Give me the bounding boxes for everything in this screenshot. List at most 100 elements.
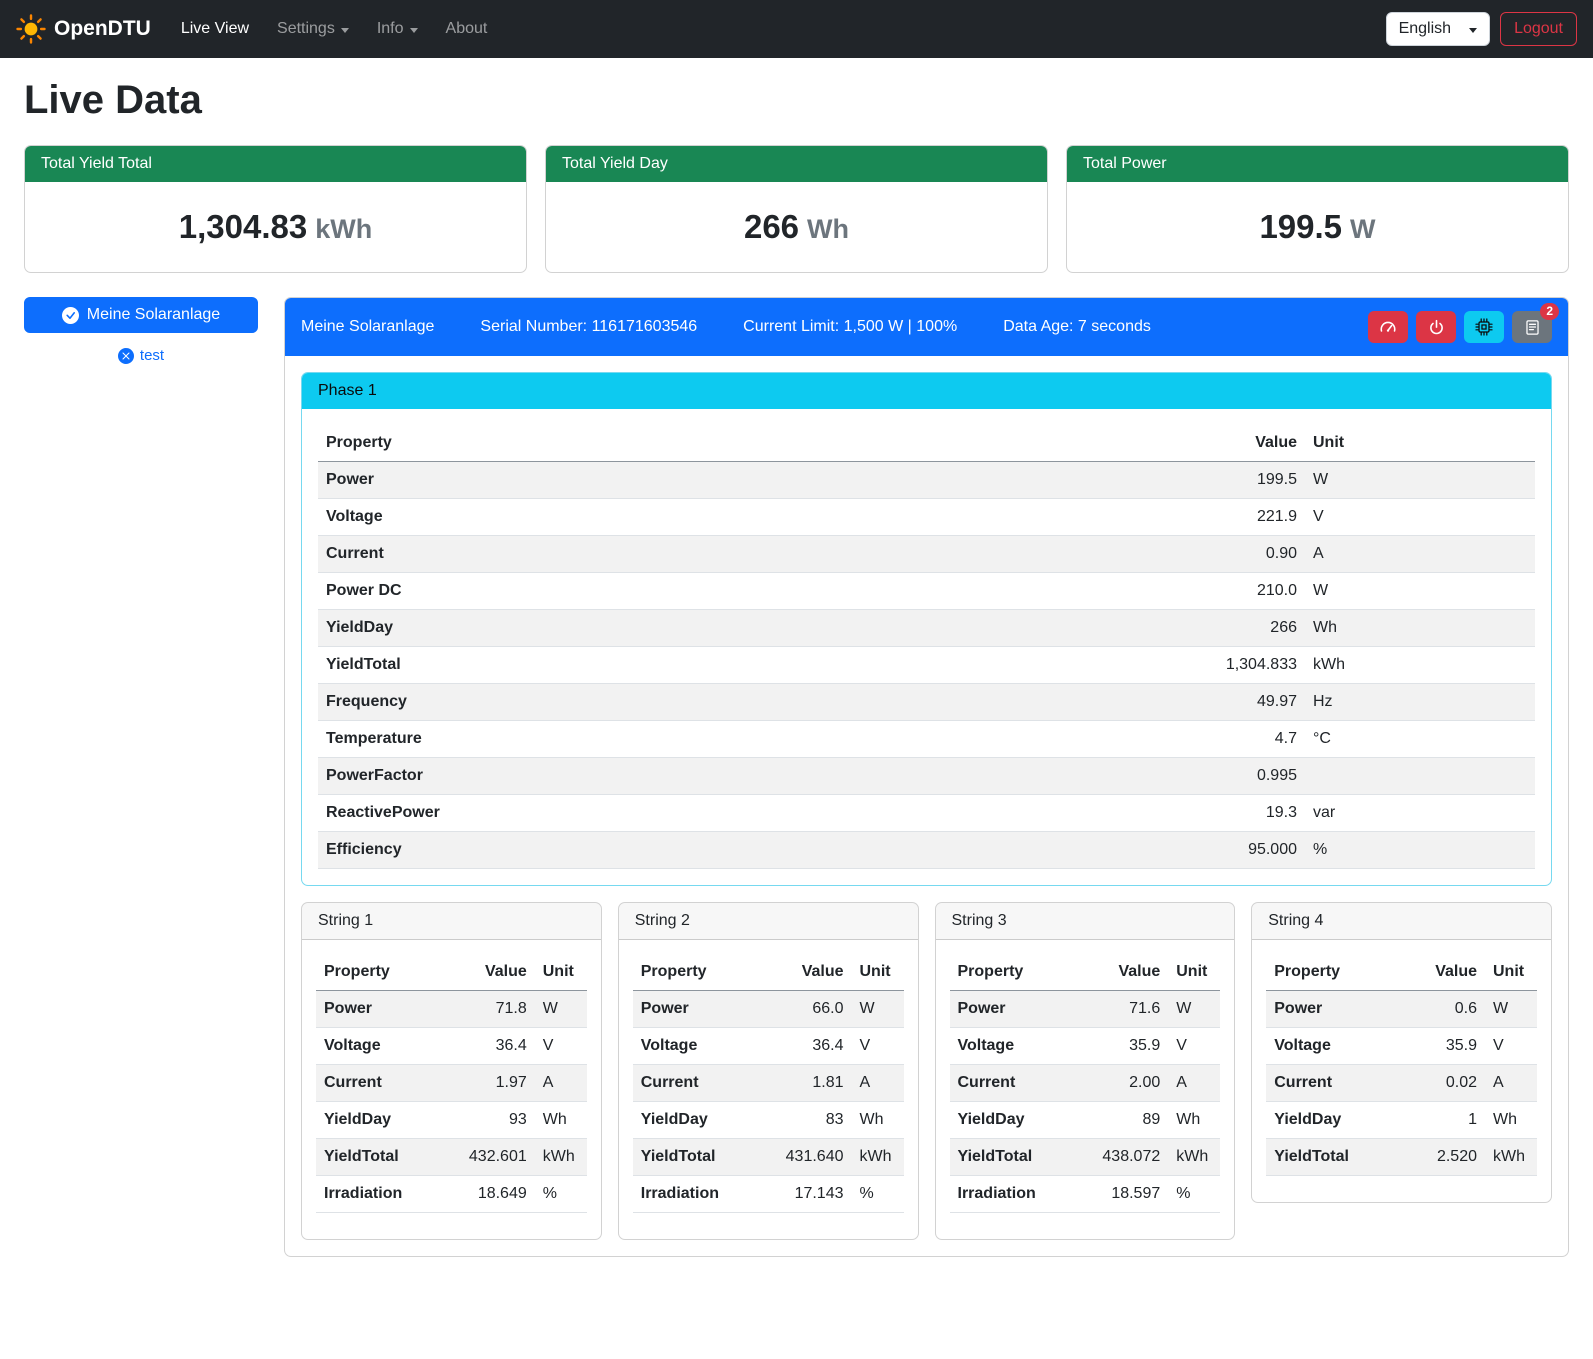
string-card-2: String 2 Property Value Unit [618, 902, 919, 1240]
check-circle-icon [62, 307, 79, 324]
row-unit: kWh [535, 1139, 587, 1176]
row-unit: W [1485, 991, 1537, 1028]
logout-button[interactable]: Logout [1500, 12, 1577, 46]
row-unit: var [1305, 795, 1535, 832]
row-unit: W [1168, 991, 1220, 1028]
limit-settings-button[interactable] [1368, 311, 1408, 343]
row-unit: Wh [535, 1102, 587, 1139]
column-unit: Unit [1485, 954, 1537, 991]
card-unit: kWh [315, 214, 372, 244]
table-row: Current1.97A [316, 1065, 587, 1102]
chevron-down-icon [1469, 28, 1477, 33]
table-row: ReactivePower19.3var [318, 795, 1535, 832]
table-header-row: Property Value Unit [318, 425, 1535, 462]
row-property: YieldTotal [1266, 1139, 1400, 1176]
table-row: YieldTotal1,304.833kWh [318, 647, 1535, 684]
row-property: Frequency [318, 684, 908, 721]
row-unit: A [535, 1065, 587, 1102]
string-card-4: String 4 Property Value Unit [1251, 902, 1552, 1203]
row-value: 0.6 [1400, 991, 1485, 1028]
string-title: String 1 [302, 903, 601, 940]
table-row: YieldDay83Wh [633, 1102, 904, 1139]
table-header-row: Property Value Unit [950, 954, 1221, 991]
row-unit: % [1305, 832, 1535, 869]
row-unit: A [1168, 1065, 1220, 1102]
row-value: 1.97 [439, 1065, 535, 1102]
inverter-sidebar: Meine Solaranlage test [24, 297, 258, 364]
brand[interactable]: OpenDTU [16, 14, 151, 44]
table-row: Current0.90A [318, 536, 1535, 573]
inverter-select-button[interactable]: Meine Solaranlage [24, 297, 258, 333]
table-row: YieldTotal431.640kWh [633, 1139, 904, 1176]
string-card-1: String 1 Property Value Unit [301, 902, 602, 1240]
strings-row: String 1 Property Value Unit [301, 902, 1552, 1240]
table-header-row: Property Value Unit [316, 954, 587, 991]
serial-number: Serial Number: 116171603546 [480, 318, 697, 336]
events-list-icon [1524, 319, 1541, 336]
nav-live-view[interactable]: Live View [169, 12, 261, 46]
table-row: YieldDay93Wh [316, 1102, 587, 1139]
row-value: 83 [755, 1102, 851, 1139]
row-value: 210.0 [908, 573, 1305, 610]
nav-links: Live View Settings Info About [169, 12, 500, 46]
brand-label: OpenDTU [54, 17, 151, 41]
row-value: 266 [908, 610, 1305, 647]
table-row: PowerFactor0.995 [318, 758, 1535, 795]
row-property: Voltage [633, 1028, 756, 1065]
row-unit: kWh [852, 1139, 904, 1176]
language-value: English [1399, 20, 1451, 38]
summary-cards: Total Yield Total 1,304.83kWh Total Yiel… [24, 145, 1569, 273]
row-unit: Wh [1168, 1102, 1220, 1139]
row-value: 93 [439, 1102, 535, 1139]
sidebar-item-test[interactable]: test [24, 347, 258, 364]
column-value: Value [1072, 954, 1168, 991]
row-value: 71.6 [1072, 991, 1168, 1028]
table-row: Current2.00A [950, 1065, 1221, 1102]
gauge-icon [1379, 318, 1397, 336]
row-value: 18.649 [439, 1176, 535, 1213]
nav-settings[interactable]: Settings [265, 12, 361, 46]
x-circle-icon[interactable] [118, 348, 134, 364]
string-card-3: String 3 Property Value Unit [935, 902, 1236, 1240]
column-value: Value [439, 954, 535, 991]
row-value: 2.520 [1400, 1139, 1485, 1176]
language-select[interactable]: English [1386, 12, 1490, 46]
row-property: Irradiation [316, 1176, 439, 1213]
column-unit: Unit [1305, 425, 1535, 462]
row-unit [1305, 758, 1535, 795]
row-unit: W [852, 991, 904, 1028]
chevron-down-icon [341, 28, 349, 33]
row-property: Current [318, 536, 908, 573]
device-info-button[interactable] [1464, 311, 1504, 343]
table-row: Frequency49.97Hz [318, 684, 1535, 721]
table-row: Current1.81A [633, 1065, 904, 1102]
table-row: Irradiation18.649% [316, 1176, 587, 1213]
table-row: Voltage221.9V [318, 499, 1535, 536]
column-property: Property [633, 954, 756, 991]
card-title: Total Power [1067, 146, 1568, 182]
nav-about-label: About [446, 20, 488, 38]
row-value: 221.9 [908, 499, 1305, 536]
row-value: 19.3 [908, 795, 1305, 832]
card-unit: W [1350, 214, 1375, 244]
card-total-yield-day: Total Yield Day 266Wh [545, 145, 1048, 273]
row-value: 1,304.833 [908, 647, 1305, 684]
nav-info[interactable]: Info [365, 12, 430, 46]
row-property: Irradiation [950, 1176, 1073, 1213]
nav-about[interactable]: About [434, 12, 500, 46]
row-property: Current [950, 1065, 1073, 1102]
power-button[interactable] [1416, 311, 1456, 343]
row-unit: A [852, 1065, 904, 1102]
sun-logo-icon [16, 14, 46, 44]
row-property: YieldDay [318, 610, 908, 647]
card-value: 199.5 [1259, 208, 1342, 245]
row-value: 4.7 [908, 721, 1305, 758]
string-title: String 2 [619, 903, 918, 940]
row-value: 35.9 [1072, 1028, 1168, 1065]
row-property: YieldTotal [633, 1139, 756, 1176]
table-row: Efficiency95.000% [318, 832, 1535, 869]
row-property: Power [1266, 991, 1400, 1028]
events-button[interactable]: 2 [1512, 311, 1552, 343]
row-property: Power DC [318, 573, 908, 610]
row-unit: kWh [1305, 647, 1535, 684]
